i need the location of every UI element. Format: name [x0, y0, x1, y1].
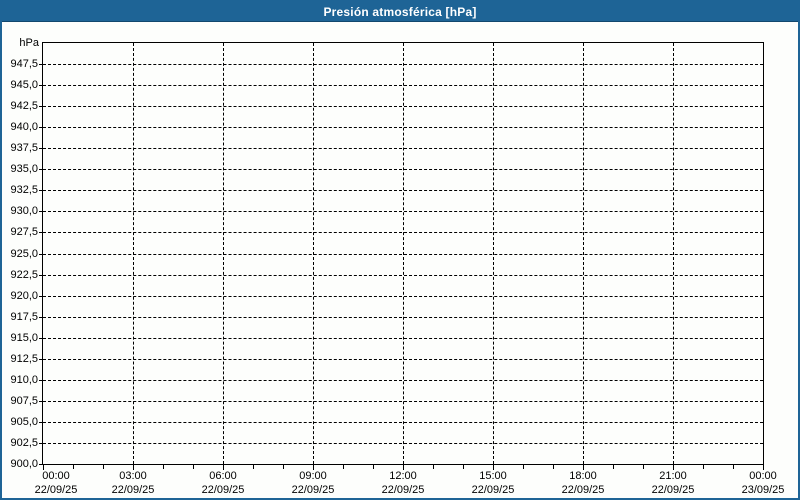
x-tick-time-label: 09:00 — [299, 470, 327, 482]
y-axis-tick — [39, 274, 43, 276]
y-axis-tick — [39, 253, 43, 255]
y-tick-label: 920,0 — [10, 289, 38, 302]
x-tick-time-label: 15:00 — [479, 470, 507, 482]
x-axis-minor-tick — [643, 465, 644, 469]
y-tick-label: 940,0 — [10, 121, 38, 134]
x-tick-date-label: 22/09/25 — [651, 484, 695, 496]
y-tick-label: 905,0 — [10, 415, 38, 428]
x-tick-time-label: 03:00 — [119, 470, 147, 482]
chart-window: Presión atmosférica [hPa] hPa 947,5 945,0… — [0, 0, 800, 500]
y-axis-tick — [39, 295, 43, 297]
y-axis-unit-label: hPa — [19, 37, 39, 49]
x-tick-date-label: 22/09/25 — [111, 484, 155, 496]
x-tick-date-label: 23/09/25 — [741, 484, 785, 496]
x-grid-line — [313, 43, 314, 464]
x-axis-minor-tick — [613, 465, 614, 469]
y-axis-tick — [39, 379, 43, 381]
x-axis-minor-tick — [373, 465, 374, 469]
y-tick-label: 947,5 — [10, 58, 38, 71]
x-axis-minor-tick — [433, 465, 434, 469]
chart-title: Presión atmosférica [hPa] — [323, 5, 477, 19]
y-tick-label: 937,5 — [10, 142, 38, 155]
x-axis-minor-tick — [553, 465, 554, 469]
y-axis-tick — [39, 64, 43, 66]
x-grid-line — [673, 43, 674, 464]
y-tick-label: 915,0 — [10, 331, 38, 344]
y-tick-label: 930,0 — [10, 205, 38, 218]
y-axis-tick — [39, 421, 43, 423]
x-tick-time-label: 12:00 — [389, 470, 417, 482]
x-axis-minor-tick — [103, 465, 104, 469]
x-tick-time-label: 18:00 — [569, 470, 597, 482]
x-grid-line — [583, 43, 584, 464]
x-tick-date-label: 22/09/25 — [471, 484, 515, 496]
y-tick-label: 900,0 — [10, 458, 38, 470]
x-tick-date-label: 22/09/25 — [561, 484, 605, 496]
y-axis-tick — [39, 232, 43, 234]
x-grid-line — [223, 43, 224, 464]
y-axis-tick — [39, 148, 43, 150]
x-grid-line — [403, 43, 404, 464]
y-tick-label: 935,0 — [10, 163, 38, 176]
x-tick-date-label: 22/09/25 — [34, 484, 78, 496]
y-axis-tick — [39, 400, 43, 402]
y-tick-label: 902,5 — [10, 436, 38, 449]
chart-title-bar: Presión atmosférica [hPa] — [2, 2, 798, 22]
x-axis-minor-tick — [283, 465, 284, 469]
y-axis-tick — [39, 106, 43, 108]
x-tick-date-label: 22/09/25 — [381, 484, 425, 496]
x-axis-minor-tick — [523, 465, 524, 469]
y-axis-tick — [39, 211, 43, 213]
x-axis-minor-tick — [73, 465, 74, 469]
x-tick-date-label: 22/09/25 — [201, 484, 245, 496]
y-tick-label: 922,5 — [10, 268, 38, 281]
x-grid-line — [133, 43, 134, 464]
x-axis-minor-tick — [463, 465, 464, 469]
y-axis-tick — [39, 442, 43, 444]
x-tick-time-label: 00:00 — [42, 470, 70, 482]
x-axis-minor-tick — [343, 465, 344, 469]
y-tick-label: 927,5 — [10, 226, 38, 239]
y-axis-tick — [39, 85, 43, 87]
x-axis-minor-tick — [253, 465, 254, 469]
y-axis-tick — [39, 169, 43, 171]
y-tick-label: 925,0 — [10, 247, 38, 260]
x-tick-date-label: 22/09/25 — [291, 484, 335, 496]
y-tick-label: 945,0 — [10, 79, 38, 92]
y-axis-tick — [39, 358, 43, 360]
y-tick-label: 942,5 — [10, 100, 38, 113]
y-tick-label: 912,5 — [10, 352, 38, 365]
x-grid-line — [493, 43, 494, 464]
y-axis-tick — [39, 316, 43, 318]
x-axis-minor-tick — [703, 465, 704, 469]
x-tick-time-label: 06:00 — [209, 470, 237, 482]
x-tick-time-label: 00:00 — [749, 470, 777, 482]
x-tick-time-label: 21:00 — [659, 470, 687, 482]
x-axis-minor-tick — [163, 465, 164, 469]
y-tick-label: 932,5 — [10, 184, 38, 197]
x-axis-minor-tick — [733, 465, 734, 469]
y-axis-tick — [39, 190, 43, 192]
pressure-chart: hPa 947,5 945,0 942,5 940,0 937,5 935,0 932,5 9… — [2, 23, 798, 498]
y-axis-tick — [39, 337, 43, 339]
y-tick-label: 910,0 — [10, 373, 38, 386]
y-tick-label: 917,5 — [10, 310, 38, 323]
x-axis-minor-tick — [193, 465, 194, 469]
y-axis-tick — [39, 127, 43, 129]
y-tick-label: 907,5 — [10, 394, 38, 407]
